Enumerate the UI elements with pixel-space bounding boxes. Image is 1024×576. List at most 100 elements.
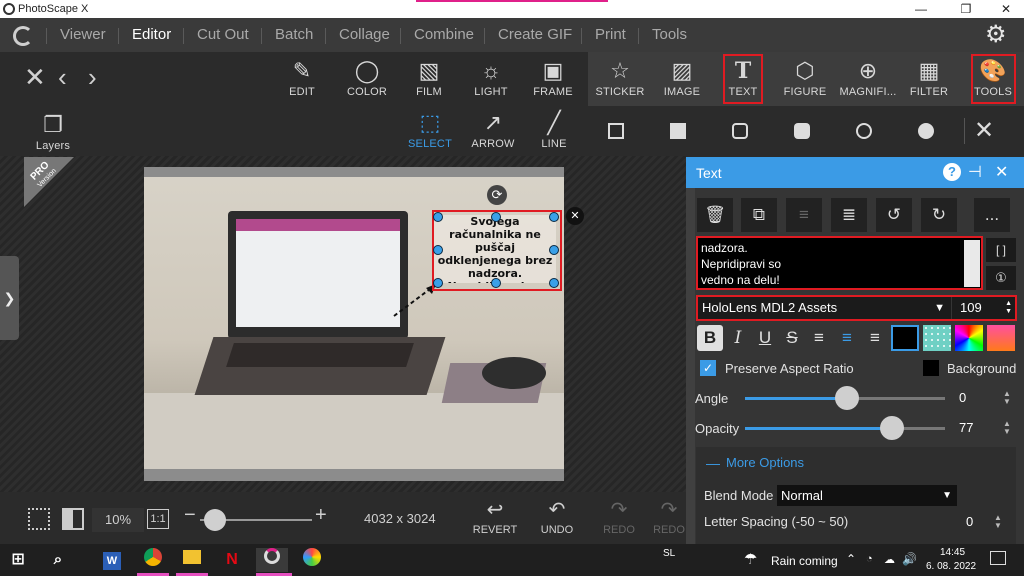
letter-spacing-stepper-icon[interactable]: ▲ ▼ <box>994 514 1002 530</box>
letter-spacing-input[interactable]: 0 <box>962 511 1012 533</box>
word-app-icon[interactable]: W <box>96 548 128 572</box>
tool-edit[interactable]: ✎ EDIT <box>272 52 332 106</box>
angle-stepper-icon[interactable]: ▲ ▼ <box>1003 390 1011 406</box>
rounded-square-outline-icon[interactable] <box>732 123 748 139</box>
weather-text[interactable]: Rain coming <box>771 554 838 568</box>
redo-button[interactable]: ↷ REDO <box>594 496 644 536</box>
menu-batch[interactable]: Batch <box>275 26 313 43</box>
compare-icon[interactable] <box>62 508 84 530</box>
close-shapes-icon[interactable]: ✕ <box>974 116 994 145</box>
tool-light[interactable]: ☼ LIGHT <box>461 52 521 106</box>
align-center-icon[interactable]: ≡ <box>834 325 860 351</box>
netflix-app-icon[interactable]: N <box>216 548 248 572</box>
app-logo-icon[interactable] <box>13 26 33 46</box>
select-tool[interactable]: ⬚ SELECT <box>400 104 460 158</box>
rotate-right-icon[interactable]: ↻ <box>921 198 957 232</box>
tool-figure[interactable]: ⬡ FIGURE <box>775 52 835 106</box>
more-button[interactable]: ... <box>974 198 1010 232</box>
redo-all-button[interactable]: ↷ REDO <box>652 496 686 536</box>
italic-icon[interactable]: I <box>725 325 751 351</box>
resize-handle[interactable] <box>433 278 443 288</box>
text-bounds-button[interactable]: [ ] <box>986 238 1016 262</box>
color-wheel-swatch[interactable] <box>955 325 983 351</box>
tool-frame[interactable]: ▣ FRAME <box>523 52 583 106</box>
settings-gear-icon[interactable]: ⚙ <box>985 22 1007 48</box>
circle-filled-icon[interactable] <box>918 123 934 139</box>
rounded-square-filled-icon[interactable] <box>794 123 810 139</box>
close-panel-icon[interactable]: ✕ <box>995 162 1008 182</box>
fit-icon[interactable] <box>28 508 50 530</box>
windows-start-icon[interactable]: ⊞ <box>2 548 34 572</box>
close-image-icon[interactable]: ✕ <box>24 62 46 93</box>
previous-image-icon[interactable]: ‹ <box>58 62 67 93</box>
angle-slider-track[interactable] <box>845 397 945 400</box>
menu-collage[interactable]: Collage <box>339 26 390 43</box>
notifications-icon[interactable] <box>990 551 1006 565</box>
network-icon[interactable]: ◔ <box>866 553 873 565</box>
bold-icon[interactable]: B <box>697 325 723 351</box>
gradient-swatch[interactable] <box>987 325 1015 351</box>
angle-slider-fill[interactable] <box>745 397 845 400</box>
paint-app-icon[interactable] <box>296 548 328 572</box>
menu-combine[interactable]: Combine <box>414 26 474 43</box>
opacity-slider-knob[interactable] <box>880 416 904 440</box>
menu-tools[interactable]: Tools <box>652 26 687 43</box>
clock-time[interactable]: 14:45 <box>940 547 965 558</box>
menu-editor[interactable]: Editor <box>132 26 171 43</box>
menu-print[interactable]: Print <box>595 26 626 43</box>
angle-slider-knob[interactable] <box>835 386 859 410</box>
tool-color[interactable]: ◯ COLOR <box>337 52 397 106</box>
language-indicator[interactable]: SL <box>663 548 675 559</box>
minimize-button[interactable]: — <box>903 1 939 17</box>
rotate-icon[interactable]: ⟳ <box>487 185 507 205</box>
align-right-icon[interactable]: ≡ <box>862 325 888 351</box>
square-outline-icon[interactable] <box>608 123 624 139</box>
chevron-up-icon[interactable]: ⌃ <box>846 552 856 566</box>
expand-left-panel-button[interactable]: ❯ <box>0 256 19 340</box>
resize-handle[interactable] <box>549 212 559 222</box>
actual-size-button[interactable]: 1:1 <box>147 509 169 529</box>
opacity-slider-fill[interactable] <box>745 427 890 430</box>
bring-forward-icon[interactable]: ≡ <box>786 198 822 232</box>
texture-swatch[interactable] <box>923 325 951 351</box>
pin-icon[interactable]: ⊣ <box>968 162 982 182</box>
arrow-tool[interactable]: ↗ ARROW <box>463 104 523 158</box>
line-tool[interactable]: ╱ LINE <box>524 104 584 158</box>
layers-button[interactable]: ❐ Layers <box>23 106 83 160</box>
square-filled-icon[interactable] <box>670 123 686 139</box>
close-window-button[interactable]: ✕ <box>988 1 1024 17</box>
delete-text-icon[interactable]: 🗑 <box>697 198 733 232</box>
restore-button[interactable]: ❐ <box>948 1 984 17</box>
resize-handle[interactable] <box>433 212 443 222</box>
file-explorer-icon[interactable] <box>176 548 208 572</box>
tool-magnifier[interactable]: ⊕ MAGNIFI... <box>838 52 898 106</box>
zoom-slider-knob[interactable] <box>204 509 226 531</box>
duplicate-text-icon[interactable]: ⧉ <box>741 198 777 232</box>
rotate-left-icon[interactable]: ↺ <box>876 198 912 232</box>
help-icon[interactable]: ? <box>943 163 961 181</box>
number-style-button[interactable]: ① <box>986 266 1016 290</box>
menu-viewer[interactable]: Viewer <box>60 26 106 43</box>
send-backward-icon[interactable]: ≣ <box>831 198 867 232</box>
background-checkbox[interactable] <box>923 360 939 376</box>
resize-handle[interactable] <box>549 278 559 288</box>
resize-handle[interactable] <box>549 245 559 255</box>
circle-outline-icon[interactable] <box>856 123 872 139</box>
strikethrough-icon[interactable]: S <box>779 325 805 351</box>
next-image-icon[interactable]: › <box>88 62 97 93</box>
opacity-stepper-icon[interactable]: ▲ ▼ <box>1003 420 1011 436</box>
zoom-out-icon[interactable]: − <box>184 504 196 527</box>
blend-mode-select[interactable]: Normal ▼ <box>777 485 957 506</box>
clock-date[interactable]: 6. 08. 2022 <box>926 561 976 572</box>
volume-icon[interactable]: 🔊 <box>902 552 917 566</box>
delete-object-icon[interactable]: ✕ <box>566 207 584 225</box>
chrome-app-icon[interactable] <box>137 548 169 572</box>
menu-cut-out[interactable]: Cut Out <box>197 26 249 43</box>
resize-handle[interactable] <box>491 212 501 222</box>
collapse-icon[interactable]: — <box>706 455 720 471</box>
text-color-swatch[interactable] <box>891 325 919 351</box>
preserve-aspect-checkbox[interactable]: ✓ <box>700 360 716 376</box>
resize-handle[interactable] <box>491 278 501 288</box>
zoom-level[interactable]: 10% <box>92 508 144 532</box>
search-icon[interactable]: ⌕ <box>42 548 74 572</box>
